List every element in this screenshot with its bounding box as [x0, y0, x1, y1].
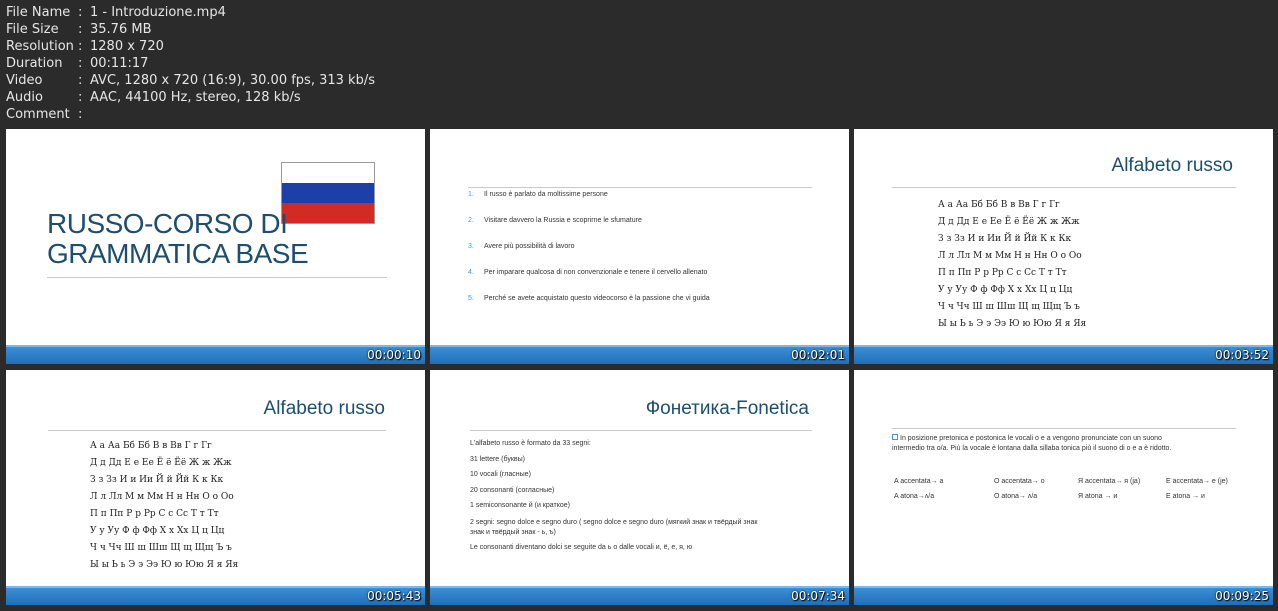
comment-row: Comment: — [6, 107, 83, 122]
alphabet-table: А а Аа Бб Бб В в Вв Г г Гг Д д Дд Е е Ее … — [938, 200, 1087, 329]
list-item: 1. Il russo è parlato da moltissime perso… — [468, 191, 608, 198]
list-item: 5. Perché se avete acquistato questo vide… — [468, 295, 710, 302]
divider — [892, 428, 1236, 429]
timeline-bar — [430, 345, 849, 364]
accent-column-o: O accentata→ oO atona→ ʌ/a — [994, 478, 1045, 500]
accent-column-e: E accentata→ e (je) E atona → и — [1166, 478, 1228, 500]
slide-title: RUSSO-CORSO DI GRAMMATICA BASE — [47, 208, 309, 269]
thumbnail-3[interactable]: Alfabeto russo А а Аа Бб Бб В в Вв Г г Г… — [854, 129, 1273, 364]
timestamp: 00:05:43 — [367, 589, 421, 603]
timestamp: 00:09:25 — [1215, 589, 1269, 603]
video-row: Video: AVC, 1280 x 720 (16:9), 30.00 fps,… — [6, 73, 375, 88]
audio-row: Audio: AAC, 44100 Hz, stereo, 128 kb/s — [6, 90, 301, 105]
timeline-bar — [854, 345, 1273, 364]
divider — [892, 187, 1236, 188]
phonetics-text: L'alfabeto russo è formato da 33 segni: … — [470, 440, 758, 551]
divider — [468, 187, 812, 188]
accent-column-a: A accentata→ aA atona→ʌ/a — [894, 478, 944, 500]
slide-heading: Alfabeto russo — [1111, 155, 1233, 176]
timestamp: 00:00:10 — [367, 348, 421, 362]
thumbnail-6[interactable]: In posizione pretonica e postonica le vo… — [854, 370, 1273, 605]
duration-row: Duration:00:11:17 — [6, 56, 149, 71]
timeline-bar — [854, 586, 1273, 605]
timestamp: 00:03:52 — [1215, 348, 1269, 362]
slide-heading: Alfabeto russo — [263, 398, 385, 419]
reasons-list: 1. Il russo è parlato da moltissime perso… — [468, 191, 710, 321]
alphabet-table: А а Аа Бб Бб В в Вв Г г Гг Д д Дд Е е Ее … — [90, 441, 239, 570]
list-item: 3. Avere più possibilità di lavoro — [468, 243, 575, 250]
timestamp: 00:02:01 — [791, 348, 845, 362]
thumbnail-5[interactable]: Фонетика-Fonetica L'alfabeto russo è for… — [430, 370, 849, 605]
thumbnail-2[interactable]: 1. Il russo è parlato da moltissime perso… — [430, 129, 849, 364]
bullet-icon — [892, 434, 898, 440]
thumbnail-1[interactable]: RUSSO-CORSO DI GRAMMATICA BASE 00:00:10 — [6, 129, 425, 364]
vowel-reduction-text: In posizione pretonica e postonica le vo… — [892, 434, 1172, 452]
divider — [470, 430, 812, 431]
list-item: 2. Visitare davvero la Russia e scoprirne… — [468, 217, 642, 224]
thumbnail-4[interactable]: Alfabeto russo А а Аа Бб Бб В в Вв Г г Г… — [6, 370, 425, 605]
resolution-row: Resolution:1280 x 720 — [6, 39, 164, 54]
list-item: 4. Per imparare qualcosa di non convenzio… — [468, 269, 708, 276]
file-info: File Name:1 - Introduzione.mp4 File Size… — [6, 4, 375, 123]
divider — [48, 430, 386, 431]
timeline-bar — [430, 586, 849, 605]
timestamp: 00:07:34 — [791, 589, 845, 603]
file-size-row: File Size:35.76 MB — [6, 22, 152, 37]
slide-heading: Фонетика-Fonetica — [645, 398, 809, 419]
file-name-row: File Name:1 - Introduzione.mp4 — [6, 5, 226, 20]
timeline-bar — [6, 345, 425, 364]
timeline-bar — [6, 586, 425, 605]
divider — [47, 277, 387, 278]
accent-column-ya: Я accentata→ я (ja) Я atona → и — [1078, 478, 1141, 500]
